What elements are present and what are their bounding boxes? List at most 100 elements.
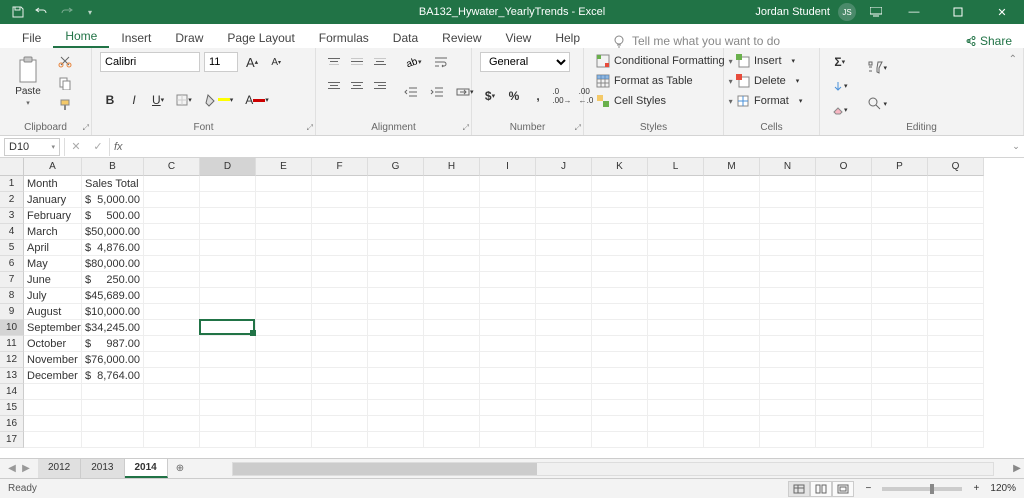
increase-indent-button[interactable]	[426, 82, 448, 102]
cell[interactable]: March	[24, 224, 82, 240]
page-break-view-button[interactable]	[832, 481, 854, 497]
close-button[interactable]: ✕	[984, 0, 1020, 24]
cell[interactable]	[424, 432, 480, 448]
cell[interactable]	[592, 288, 648, 304]
cell[interactable]	[592, 384, 648, 400]
cell[interactable]	[256, 304, 312, 320]
cell[interactable]	[480, 432, 536, 448]
cell[interactable]	[480, 384, 536, 400]
sheet-nav-prev[interactable]: ◀	[6, 463, 18, 474]
cell[interactable]	[760, 336, 816, 352]
cut-button[interactable]	[54, 52, 76, 70]
cell[interactable]	[872, 224, 928, 240]
cell[interactable]: June	[24, 272, 82, 288]
cell[interactable]	[760, 256, 816, 272]
cell[interactable]	[368, 416, 424, 432]
row-header[interactable]: 4	[0, 224, 24, 240]
cell[interactable]	[144, 400, 200, 416]
row-header[interactable]: 8	[0, 288, 24, 304]
align-top-button[interactable]	[324, 52, 344, 70]
cell[interactable]: $4,876.00	[82, 240, 144, 256]
cell[interactable]	[816, 416, 872, 432]
cell[interactable]	[144, 304, 200, 320]
cell[interactable]	[816, 320, 872, 336]
user-avatar[interactable]: JS	[838, 3, 856, 21]
cell[interactable]	[144, 368, 200, 384]
cell[interactable]	[704, 304, 760, 320]
cell[interactable]	[368, 304, 424, 320]
cell[interactable]: $8,764.00	[82, 368, 144, 384]
cell[interactable]	[424, 192, 480, 208]
cell[interactable]: April	[24, 240, 82, 256]
cell[interactable]	[480, 400, 536, 416]
alignment-launcher[interactable]: ⤢	[463, 123, 469, 133]
cell[interactable]	[368, 352, 424, 368]
cell[interactable]	[816, 224, 872, 240]
cell[interactable]	[816, 352, 872, 368]
cell[interactable]	[144, 416, 200, 432]
cell[interactable]	[536, 416, 592, 432]
cell[interactable]	[816, 304, 872, 320]
conditional-formatting-button[interactable]: Conditional Formatting▾	[592, 52, 737, 70]
tab-home[interactable]: Home	[53, 25, 109, 48]
accounting-button[interactable]: $ ▾	[480, 86, 500, 106]
cell[interactable]	[536, 192, 592, 208]
cell[interactable]	[648, 304, 704, 320]
autosum-button[interactable]: Σ ▾	[828, 52, 852, 72]
cell[interactable]	[704, 208, 760, 224]
select-all-corner[interactable]	[0, 158, 24, 176]
cell[interactable]	[312, 416, 368, 432]
cell[interactable]	[816, 432, 872, 448]
cell[interactable]	[704, 224, 760, 240]
cell[interactable]	[144, 176, 200, 192]
cell[interactable]	[368, 224, 424, 240]
cell[interactable]	[312, 400, 368, 416]
cell[interactable]	[592, 400, 648, 416]
column-header[interactable]: F	[312, 158, 368, 176]
cell[interactable]	[368, 288, 424, 304]
cell[interactable]	[928, 432, 984, 448]
cell[interactable]	[256, 208, 312, 224]
cell[interactable]	[928, 336, 984, 352]
font-launcher[interactable]: ⤢	[307, 123, 313, 133]
cell[interactable]	[760, 272, 816, 288]
cell[interactable]	[424, 320, 480, 336]
cell[interactable]	[82, 400, 144, 416]
align-middle-button[interactable]	[347, 52, 367, 70]
cell[interactable]	[256, 320, 312, 336]
name-box[interactable]: D10▾	[4, 138, 60, 156]
cell[interactable]	[368, 320, 424, 336]
cell[interactable]	[200, 304, 256, 320]
fill-color-button[interactable]: ▾	[200, 90, 238, 110]
cell[interactable]	[312, 176, 368, 192]
borders-button[interactable]: ▾	[172, 90, 196, 110]
cell[interactable]	[928, 224, 984, 240]
cell[interactable]	[592, 192, 648, 208]
cell[interactable]	[760, 240, 816, 256]
column-header[interactable]: L	[648, 158, 704, 176]
cancel-formula-button[interactable]: ✕	[65, 138, 87, 156]
cell[interactable]	[424, 240, 480, 256]
column-header[interactable]: A	[24, 158, 82, 176]
cell[interactable]	[592, 176, 648, 192]
cell[interactable]: $80,000.00	[82, 256, 144, 272]
column-header[interactable]: O	[816, 158, 872, 176]
cell[interactable]	[480, 240, 536, 256]
cell[interactable]	[368, 240, 424, 256]
cell[interactable]	[312, 192, 368, 208]
enter-formula-button[interactable]: ✓	[87, 138, 109, 156]
sheet-tab[interactable]: 2014	[125, 459, 168, 478]
cell[interactable]	[816, 336, 872, 352]
cell[interactable]	[928, 272, 984, 288]
cell[interactable]	[872, 176, 928, 192]
cell[interactable]	[592, 256, 648, 272]
cell[interactable]	[592, 224, 648, 240]
tab-page-layout[interactable]: Page Layout	[215, 27, 306, 48]
cell[interactable]	[256, 288, 312, 304]
cell[interactable]	[760, 192, 816, 208]
cell[interactable]	[368, 336, 424, 352]
cell[interactable]	[256, 432, 312, 448]
cell[interactable]	[760, 432, 816, 448]
cell[interactable]	[480, 336, 536, 352]
cell[interactable]	[200, 352, 256, 368]
